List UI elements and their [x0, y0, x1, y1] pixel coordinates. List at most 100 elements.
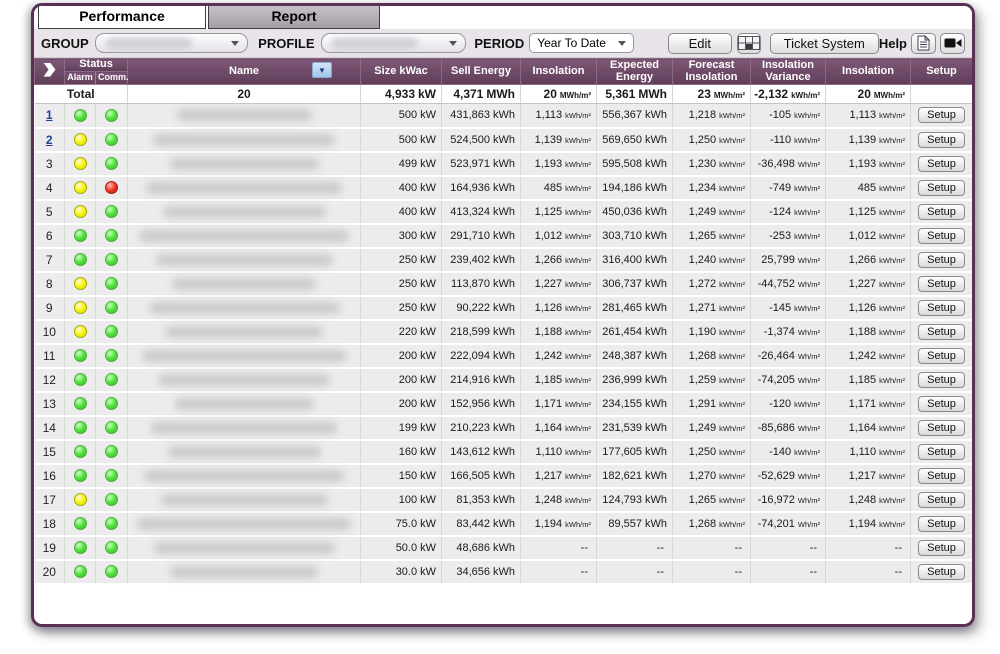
group-dropdown[interactable] — [95, 33, 249, 53]
setup-button[interactable]: Setup — [918, 540, 965, 556]
name-sort-button[interactable]: ▼ — [312, 62, 332, 78]
table-row: 11 200kW 222,094kWh 1,242kWh/m² 248,387k… — [35, 344, 973, 368]
alarm-status-led — [74, 397, 87, 410]
alarm-status-led — [74, 493, 87, 506]
period-select[interactable]: Year To Date — [529, 33, 634, 53]
name-blur — [154, 542, 335, 554]
table-row: 5 400kW 413,324kWh 1,125kWh/m² 450,036kW… — [35, 200, 973, 224]
name-blur — [172, 278, 316, 290]
setup-button[interactable]: Setup — [918, 180, 965, 196]
setup-button[interactable]: Setup — [918, 228, 965, 244]
name-blur — [146, 182, 342, 194]
sell-energy-header: Sell Energy — [442, 59, 521, 85]
period-label: PERIOD — [474, 36, 524, 51]
table-row: 10 220kW 218,599kWh 1,188kWh/m² 261,454k… — [35, 320, 973, 344]
table-row: 14 199kW 210,223kWh 1,164kWh/m² 231,539k… — [35, 416, 973, 440]
alarm-status-led — [74, 565, 87, 578]
setup-button[interactable]: Setup — [918, 492, 965, 508]
setup-button[interactable]: Setup — [918, 132, 965, 148]
comm-status-led — [105, 109, 118, 122]
setup-button[interactable]: Setup — [918, 300, 965, 316]
setup-button[interactable]: Setup — [918, 324, 965, 340]
group-value-blur — [106, 38, 192, 49]
expand-column-header — [35, 59, 65, 85]
setup-button[interactable]: Setup — [918, 156, 965, 172]
name-blur — [139, 230, 349, 242]
alarm-status-led — [74, 325, 87, 338]
alarm-status-led — [74, 181, 87, 194]
comm-status-led — [105, 133, 118, 146]
toolbar: GROUP PROFILE PERIOD Year To Date Edit T… — [34, 29, 972, 58]
document-icon — [917, 35, 930, 51]
table-row: 6 300kW 291,710kWh 1,012kWh/m² 303,710kW… — [35, 224, 973, 248]
comm-status-led — [105, 181, 118, 194]
arrow-right-icon — [44, 63, 56, 77]
row-number: 9 — [46, 301, 53, 315]
row-number: 14 — [43, 421, 56, 435]
comm-status-led — [105, 421, 118, 434]
setup-button[interactable]: Setup — [918, 564, 965, 580]
setup-button[interactable]: Setup — [918, 204, 965, 220]
table-row: 15 160kW 143,612kWh 1,110kWh/m² 177,605k… — [35, 440, 973, 464]
name-blur — [168, 446, 321, 458]
ticket-system-button[interactable]: Ticket System — [770, 33, 879, 54]
tab-performance[interactable]: Performance — [38, 6, 206, 29]
alarm-status-led — [74, 445, 87, 458]
tab-report[interactable]: Report — [208, 6, 380, 29]
alarm-status-led — [74, 541, 87, 554]
row-number[interactable]: 2 — [46, 133, 53, 147]
comm-status-led — [105, 301, 118, 314]
comm-status-led — [105, 205, 118, 218]
name-blur — [163, 206, 326, 218]
setup-button[interactable]: Setup — [918, 420, 965, 436]
table-row: 9 250kW 90,222kWh 1,126kWh/m² 281,465kWh… — [35, 296, 973, 320]
comm-status-led — [105, 493, 118, 506]
comm-status-led — [105, 229, 118, 242]
alarm-status-led — [74, 517, 87, 530]
row-number: 16 — [43, 469, 56, 483]
grid-view-icon — [738, 36, 760, 50]
main-panel: Performance Report GROUP PROFILE PERIOD … — [31, 3, 975, 627]
name-blur — [149, 302, 340, 314]
comm-header: Comm. — [96, 72, 128, 85]
table-row: 18 75.0kW 83,442kWh 1,194kWh/m² 89,557kW… — [35, 512, 973, 536]
table-row: 3 499kW 523,971kWh 1,193kWh/m² 595,508kW… — [35, 152, 973, 176]
insolation-header: Insolation — [521, 59, 597, 85]
profile-dropdown[interactable] — [321, 33, 467, 53]
video-camera-icon — [944, 37, 962, 49]
insolation-variance-header: Insolation Variance — [751, 59, 826, 85]
help-video-button[interactable] — [940, 33, 965, 54]
setup-button[interactable]: Setup — [918, 348, 965, 364]
setup-button[interactable]: Setup — [918, 107, 965, 123]
group-label: GROUP — [41, 36, 89, 51]
comm-status-led — [105, 325, 118, 338]
total-count: 20 — [128, 85, 361, 104]
name-blur — [175, 398, 314, 410]
setup-button[interactable]: Setup — [918, 372, 965, 388]
alarm-status-led — [74, 373, 87, 386]
table-row: 19 50.0kW 48,686kWh -- -- -- -- -- Setup — [35, 536, 973, 560]
comm-status-led — [105, 397, 118, 410]
name-blur — [156, 254, 333, 266]
setup-button[interactable]: Setup — [918, 516, 965, 532]
comm-status-led — [105, 277, 118, 290]
row-number[interactable]: 1 — [46, 108, 53, 122]
setup-button[interactable]: Setup — [918, 444, 965, 460]
edit-button[interactable]: Edit — [668, 33, 732, 54]
expected-energy-header: Expected Energy — [597, 59, 673, 85]
setup-button[interactable]: Setup — [918, 396, 965, 412]
setup-button[interactable]: Setup — [918, 276, 965, 292]
row-number: 5 — [46, 205, 53, 219]
row-number: 6 — [46, 229, 53, 243]
name-blur — [170, 158, 319, 170]
name-blur — [177, 109, 312, 121]
row-number: 15 — [43, 445, 56, 459]
name-blur — [165, 326, 323, 338]
setup-button[interactable]: Setup — [918, 468, 965, 484]
grid-view-button[interactable] — [737, 33, 761, 54]
table-row: 4 400kW 164,936kWh 485kWh/m² 194,186kWh … — [35, 176, 973, 200]
row-number: 17 — [43, 493, 56, 507]
help-doc-button[interactable] — [911, 33, 936, 54]
setup-button[interactable]: Setup — [918, 252, 965, 268]
alarm-status-led — [74, 349, 87, 362]
